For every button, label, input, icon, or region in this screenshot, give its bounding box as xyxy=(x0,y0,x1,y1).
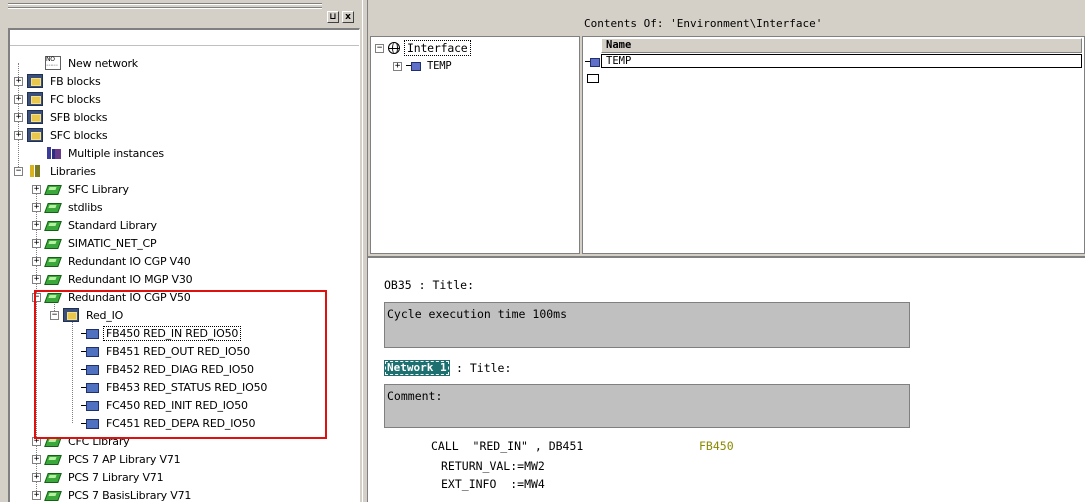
tree-node-label: Redundant IO CGP V40 xyxy=(68,254,191,268)
expand-icon[interactable]: + xyxy=(32,490,41,500)
tree-node[interactable]: + FC blocks xyxy=(14,90,103,108)
tree-node-label: PCS 7 Library V71 xyxy=(68,470,164,484)
block-title[interactable]: OB35 : Title: xyxy=(384,278,474,292)
tree-node[interactable]: Multiple instances xyxy=(32,144,166,162)
tree-node-label: SFC blocks xyxy=(50,128,108,142)
temp-variable-icon xyxy=(406,61,422,71)
tree-node-label: Libraries xyxy=(50,164,96,178)
close-pane-button[interactable]: x xyxy=(342,11,354,23)
tree-node[interactable]: + SFC Library xyxy=(32,180,131,198)
tree-node[interactable]: + SFC blocks xyxy=(14,126,109,144)
library-book-icon xyxy=(45,471,61,483)
expand-icon[interactable]: + xyxy=(32,202,41,212)
grip-line xyxy=(8,8,322,9)
library-book-icon xyxy=(45,201,61,213)
block-folder-icon xyxy=(27,110,43,124)
restore-pane-button[interactable]: ⊔ xyxy=(327,11,339,23)
tree-node-label: TEMP xyxy=(427,60,452,72)
tree-node[interactable]: + Redundant IO MGP V30 xyxy=(32,270,194,288)
tree-node[interactable]: + Standard Library xyxy=(32,216,159,234)
call-statement[interactable]: CALL "RED_IN" , DB451 xyxy=(431,439,583,453)
tree-node[interactable]: + PCS 7 BasisLibrary V71 xyxy=(32,486,193,502)
tree-header xyxy=(10,30,359,46)
tree-node-label: PCS 7 BasisLibrary V71 xyxy=(68,488,192,502)
tree-node-label: Multiple instances xyxy=(68,146,164,160)
block-comment-text: Cycle execution time 100ms xyxy=(387,307,568,321)
expand-icon[interactable]: + xyxy=(14,94,23,104)
tree-node[interactable]: + PCS 7 Library V71 xyxy=(32,468,165,486)
block-folder-icon xyxy=(27,92,43,106)
tree-node-label: FC blocks xyxy=(50,92,101,106)
expand-icon[interactable]: + xyxy=(393,61,402,71)
expand-icon[interactable]: + xyxy=(32,238,41,248)
tree-node-label: Interface xyxy=(404,40,471,56)
tree-node-label: SFC Library xyxy=(68,182,129,196)
expand-icon[interactable]: + xyxy=(14,130,23,140)
tree-node[interactable]: NO ⋯⋯ New network xyxy=(32,54,140,72)
program-elements-pane: ⊔ x NO ⋯⋯ New network + FB blocks + FC blocks +… xyxy=(0,0,362,502)
expand-icon[interactable]: + xyxy=(32,454,41,464)
tree-node-label: SFB blocks xyxy=(50,110,108,124)
tree-node[interactable]: + SFB blocks xyxy=(14,108,109,126)
expand-icon[interactable]: + xyxy=(14,76,23,86)
declaration-area: − Interface + TEMP Contents Of: 'Environ… xyxy=(368,0,1085,256)
libraries-icon xyxy=(27,164,43,178)
code-editor[interactable]: OB35 : Title: Cycle execution time 100ms… xyxy=(368,256,1085,502)
temp-variable-icon xyxy=(585,57,600,67)
library-book-icon xyxy=(45,219,61,231)
tree-node-label: New network xyxy=(68,56,138,70)
expand-icon[interactable]: + xyxy=(32,472,41,482)
call-block-reference: FB450 xyxy=(699,439,734,453)
library-book-icon xyxy=(45,237,61,249)
tree-node[interactable]: + FB blocks xyxy=(14,72,103,90)
tree-node[interactable]: + SIMATIC_NET_CP xyxy=(32,234,158,252)
tree-node[interactable]: + Redundant IO CGP V40 xyxy=(32,252,193,270)
pane-titlebar: ⊔ x xyxy=(0,0,362,26)
tree-node-label: Standard Library xyxy=(68,218,157,232)
tree-node-label: FB blocks xyxy=(50,74,101,88)
tree-node[interactable]: + stdlibs xyxy=(32,198,104,216)
contents-row-temp[interactable]: TEMP xyxy=(601,54,1082,68)
expand-icon[interactable]: + xyxy=(32,274,41,284)
library-book-icon xyxy=(45,489,61,501)
expand-icon[interactable]: + xyxy=(14,112,23,122)
collapse-icon[interactable]: − xyxy=(375,43,384,53)
param-return-val[interactable]: RETURN_VAL:=MW2 xyxy=(441,459,545,473)
tree-node-label: stdlibs xyxy=(68,200,103,214)
name-column-header[interactable]: Name xyxy=(601,38,1082,53)
tree-node-label: Redundant IO MGP V30 xyxy=(68,272,193,286)
tree-node-interface[interactable]: − Interface xyxy=(375,39,471,57)
grip-line xyxy=(8,4,322,5)
network-title[interactable]: : Title: xyxy=(456,361,511,375)
library-book-icon xyxy=(45,255,61,267)
expand-icon[interactable]: + xyxy=(32,256,41,266)
block-folder-icon xyxy=(27,74,43,88)
tree-node[interactable]: + PCS 7 AP Library V71 xyxy=(32,450,182,468)
library-book-icon xyxy=(45,453,61,465)
library-book-icon xyxy=(45,273,61,285)
tree-node-temp[interactable]: + TEMP xyxy=(393,57,452,75)
contents-list: Name TEMP xyxy=(582,36,1085,254)
interface-icon xyxy=(388,42,400,54)
block-comment-box[interactable]: Cycle execution time 100ms xyxy=(384,302,910,348)
network-comment-box[interactable]: Comment: xyxy=(384,384,910,428)
collapse-icon[interactable]: − xyxy=(14,166,23,176)
tree-node-label: SIMATIC_NET_CP xyxy=(68,236,157,250)
network-comment-label: Comment: xyxy=(387,389,443,403)
empty-row-icon xyxy=(587,74,599,83)
block-folder-icon xyxy=(27,128,43,142)
network-tag[interactable]: Network 1 xyxy=(384,360,450,376)
tree-node-label: PCS 7 AP Library V71 xyxy=(68,452,181,466)
network-icon: NO ⋯⋯ xyxy=(45,56,61,70)
param-ext-info[interactable]: EXT_INFO :=MW4 xyxy=(441,477,545,491)
expand-icon[interactable]: + xyxy=(32,220,41,230)
multi-instance-icon xyxy=(45,146,61,160)
library-book-icon xyxy=(45,183,61,195)
highlight-box xyxy=(34,290,327,439)
contents-title: Contents Of: 'Environment\Interface' xyxy=(582,14,1085,34)
expand-icon[interactable]: + xyxy=(32,184,41,194)
interface-tree: − Interface + TEMP xyxy=(370,36,580,254)
tree-node[interactable]: − Libraries xyxy=(14,162,98,180)
